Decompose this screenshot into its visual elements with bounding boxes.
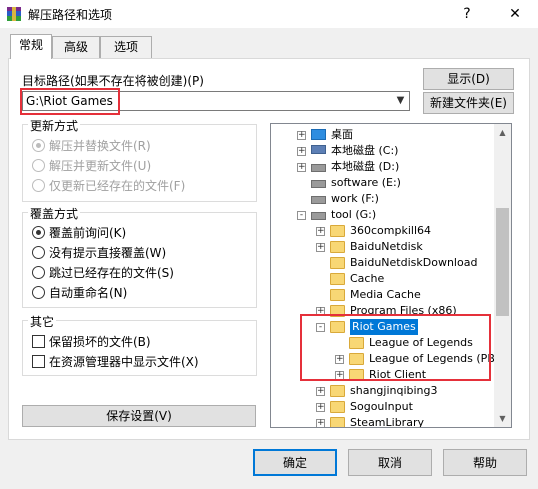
update-files-radio[interactable] [32,159,45,172]
tree-item-label: tool (G:) [331,208,377,221]
tree-row[interactable]: + BaiduNetdisk [271,239,495,255]
new-folder-button[interactable]: 新建文件夹(E) [423,92,514,114]
expand-icon[interactable]: + [316,403,325,412]
folder-icon [330,385,345,397]
tree-row[interactable]: Cache [271,271,495,287]
folder-icon [330,225,345,237]
folder-icon [330,273,345,285]
tree-row[interactable]: software (E:) [271,175,495,191]
expand-icon[interactable]: + [316,243,325,252]
help-button[interactable]: 帮助 [443,449,527,476]
tree-row[interactable]: work (F:) [271,191,495,207]
tree-item-label: Media Cache [350,288,421,301]
overwrite-without-prompt-label: 没有提示直接覆盖(W) [49,246,167,260]
show-in-explorer-label: 在资源管理器中显示文件(X) [49,355,199,369]
tree-row[interactable]: + 桌面 [271,127,495,143]
replace-files-radio[interactable] [32,139,45,152]
desktop-icon [311,129,326,140]
expand-icon[interactable]: + [297,131,306,140]
show-button[interactable]: 显示(D) [423,68,514,90]
tree-item-label: 本地磁盘 (D:) [331,160,400,173]
tree-item-label: 本地磁盘 (C:) [331,144,399,157]
tab-general[interactable]: 常规 [10,34,52,59]
replace-files-label: 解压并替换文件(R) [49,139,151,153]
overwrite-mode-title: 覆盖方式 [28,205,81,222]
ok-button[interactable]: 确定 [253,449,337,476]
tree-item-label: SteamLibrary [350,416,424,428]
folder-tree[interactable]: + 桌面 + 本地磁盘 (C:) + 本地磁盘 (D:) software (E:) work… [270,123,512,428]
collapse-icon[interactable]: - [297,211,306,220]
tab-options[interactable]: 选项 [100,36,152,58]
tree-item-label: 桌面 [331,128,353,141]
update-mode-title: 更新方式 [28,117,81,134]
tab-advanced[interactable]: 高级 [52,36,100,58]
tree-row[interactable]: + SogouInput [271,399,495,415]
auto-rename-radio[interactable] [32,286,45,299]
auto-rename-label: 自动重命名(N) [49,286,128,300]
scroll-thumb[interactable] [496,208,509,316]
cancel-button[interactable]: 取消 [348,449,432,476]
keep-broken-files-label: 保留损坏的文件(B) [49,335,151,349]
drive-icon [311,145,326,154]
overwrite-without-prompt-radio[interactable] [32,246,45,259]
fresh-existing-radio[interactable] [32,179,45,192]
close-icon[interactable]: ✕ [500,2,530,26]
scroll-down-icon[interactable]: ▼ [494,410,511,427]
folder-icon [330,401,345,413]
expand-icon[interactable]: + [316,227,325,236]
folder-icon [330,257,345,269]
expand-icon[interactable]: + [316,387,325,396]
ask-before-overwrite-label: 覆盖前询问(K) [49,226,127,240]
drive-icon [311,196,326,204]
skip-existing-label: 跳过已经存在的文件(S) [49,266,174,280]
save-settings-button[interactable]: 保存设置(V) [22,405,256,427]
drive-icon [311,164,326,172]
tree-row[interactable]: + 本地磁盘 (D:) [271,159,495,175]
folder-icon [330,417,345,427]
expand-icon[interactable]: + [316,419,325,427]
tree-row[interactable]: + 本地磁盘 (C:) [271,143,495,159]
expand-icon[interactable]: + [297,163,306,172]
tree-row[interactable]: + SteamLibrary [271,415,495,428]
show-in-explorer-checkbox[interactable] [32,355,45,368]
tree-item-label: software (E:) [331,176,401,189]
tree-item-label: Cache [350,272,385,285]
folder-icon [330,289,345,301]
winrar-app-icon [6,6,22,22]
path-highlight-box [20,88,120,115]
tree-scrollbar[interactable]: ▲ ▼ [494,124,511,427]
tree-item-label: BaiduNetdisk [350,240,423,253]
tree-item-label: 360compkill64 [350,224,432,237]
keep-broken-files-checkbox[interactable] [32,335,45,348]
tree-row[interactable]: +360compkill64 [271,223,495,239]
update-files-label: 解压并更新文件(U) [49,159,152,173]
skip-existing-radio[interactable] [32,266,45,279]
misc-title: 其它 [28,313,57,330]
tree-row[interactable]: BaiduNetdiskDownload [271,255,495,271]
ask-before-overwrite-radio[interactable] [32,226,45,239]
riot-games-highlight-box [300,314,491,381]
folder-icon [330,241,345,253]
drive-icon [311,180,326,188]
expand-icon[interactable]: + [297,147,306,156]
tree-item-label: shangjinqibing3 [350,384,438,397]
help-title-button[interactable]: ? [452,2,482,26]
fresh-existing-label: 仅更新已经存在的文件(F) [49,179,186,193]
tree-row[interactable]: Media Cache [271,287,495,303]
drive-icon [311,212,326,220]
tree-item-label: BaiduNetdiskDownload [350,256,478,269]
path-label: 目标路径(如果不存在将被创建)(P) [22,74,204,88]
scroll-up-icon[interactable]: ▲ [494,124,511,141]
window-title: 解压路径和选项 [28,8,113,22]
tree-item-label: SogouInput [350,400,413,413]
tree-row[interactable]: - tool (G:) [271,207,495,223]
tree-row[interactable]: + shangjinqibing3 [271,383,495,399]
tree-item-label: work (F:) [331,192,379,205]
chevron-down-icon[interactable]: ▼ [392,92,409,110]
